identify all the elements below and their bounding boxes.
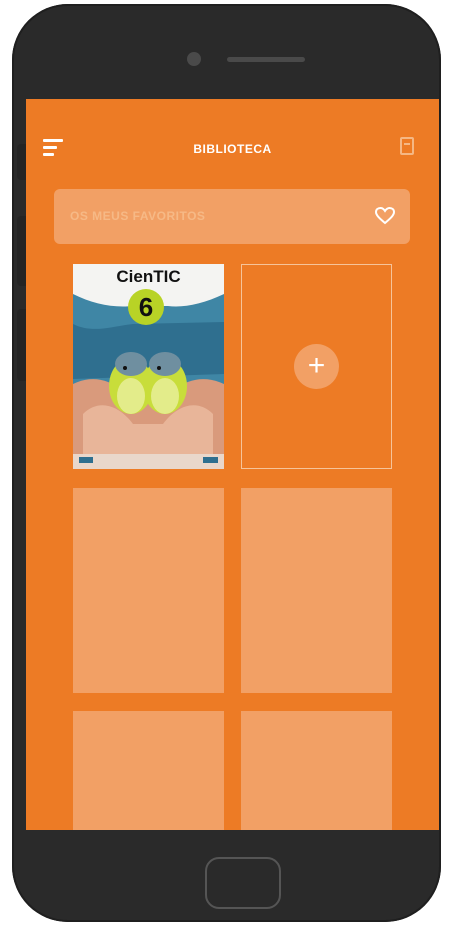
heart-icon[interactable] [375,207,395,225]
front-camera [187,52,201,66]
plus-icon[interactable]: + [294,344,339,389]
app-screen: BIBLIOTECA OS MEUS FAVORITOS CienTIC 6 + [26,99,439,830]
book-title: CienTIC [116,267,181,286]
speaker-grille [227,57,305,62]
empty-book-slot[interactable] [73,711,224,830]
book-icon[interactable] [400,137,414,155]
favorites-label: OS MEUS FAVORITOS [70,209,206,223]
empty-book-slot[interactable] [73,488,224,693]
empty-book-slot[interactable] [241,711,392,830]
book-cover[interactable]: CienTIC 6 [73,264,224,469]
page-title: BIBLIOTECA [193,142,272,156]
empty-book-slot[interactable] [241,488,392,693]
book-number: 6 [128,289,164,325]
favorites-bar[interactable]: OS MEUS FAVORITOS [54,189,410,244]
add-book-slot[interactable]: + [241,264,392,469]
home-button[interactable] [205,857,281,909]
